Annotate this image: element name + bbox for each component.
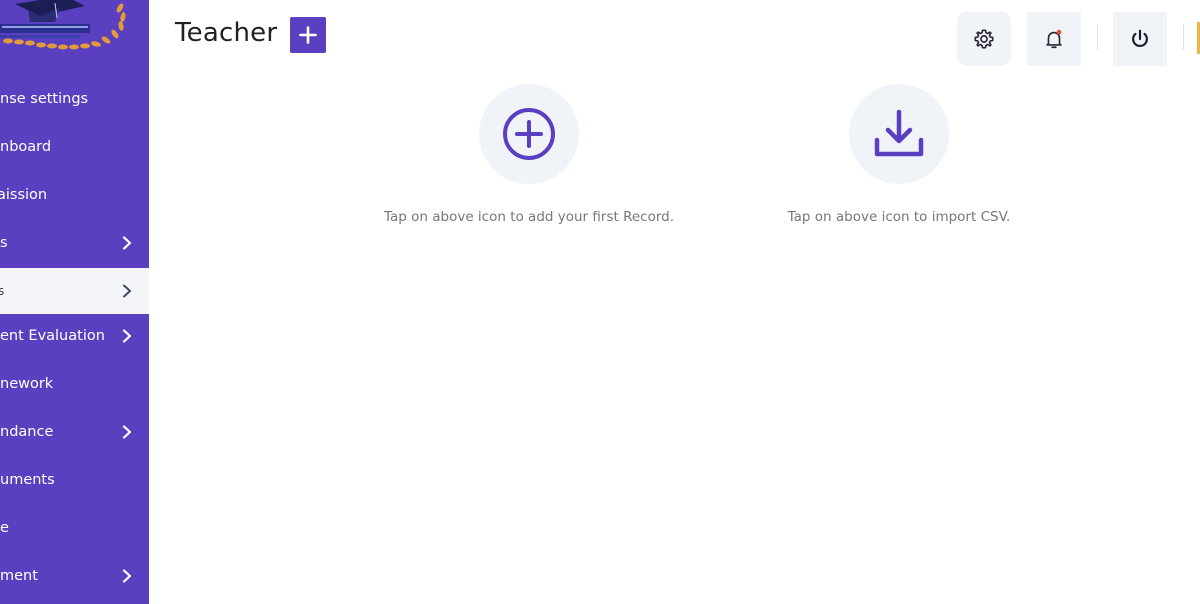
settings-button[interactable] [957,12,1011,66]
sidebar-item-admission[interactable]: aission [0,172,149,218]
page-title: Teacher [175,18,278,48]
add-teacher-button[interactable] [290,17,326,53]
sidebar-item-documents[interactable]: uments [0,457,149,503]
bell-icon [1046,29,1062,49]
header-divider [1097,24,1098,50]
import-csv-hint: Tap on above icon to import CSV. [787,209,1011,225]
sidebar: nse settings nboard aission s s ent Eval… [0,0,149,604]
header-divider [1183,24,1184,50]
download-icon [874,109,924,157]
sidebar-item-classes[interactable]: s [0,220,149,266]
sidebar-item-homework[interactable]: nework [0,361,149,407]
sidebar-item-teachers[interactable]: s [0,268,149,314]
power-icon [1132,29,1148,48]
sidebar-item-label: uments [0,472,55,488]
sidebar-item-fee[interactable]: e [0,505,149,551]
sidebar-item-label: ndance [0,424,54,440]
school-logo[interactable] [0,0,130,56]
chevron-right-icon [123,284,131,298]
chevron-right-icon [122,569,132,583]
sidebar-item-label: nework [0,376,54,392]
add-record-button[interactable] [479,84,579,184]
chevron-right-icon [122,236,132,250]
plus-circle-icon [503,108,555,160]
sidebar-item-label: s [0,235,8,251]
sidebar-item-label: ent Evaluation [0,328,105,344]
plus-icon [299,26,317,44]
sidebar-item-dashboard[interactable]: nboard [0,124,149,170]
gear-icon [974,29,994,49]
sidebar-item-attendance[interactable]: ndance [0,409,149,455]
notifications-button[interactable] [1027,12,1081,66]
sidebar-item-label: nboard [0,139,52,155]
add-record-hint: Tap on above icon to add your first Reco… [383,209,675,225]
logout-button[interactable] [1113,12,1167,66]
chevron-right-icon [122,425,132,439]
sidebar-item-management[interactable]: ment [0,553,149,599]
sidebar-item-label: aission [0,187,48,203]
sidebar-item-label: s [0,284,5,298]
sidebar-item-label: ment [0,568,38,584]
import-csv-button[interactable] [849,84,949,184]
sidebar-item-label: nse settings [0,91,89,107]
sidebar-item-label: e [0,520,9,536]
sidebar-item-license-settings[interactable]: nse settings [0,76,149,122]
chevron-right-icon [122,329,132,343]
sidebar-item-student-evaluation[interactable]: ent Evaluation [0,313,149,359]
